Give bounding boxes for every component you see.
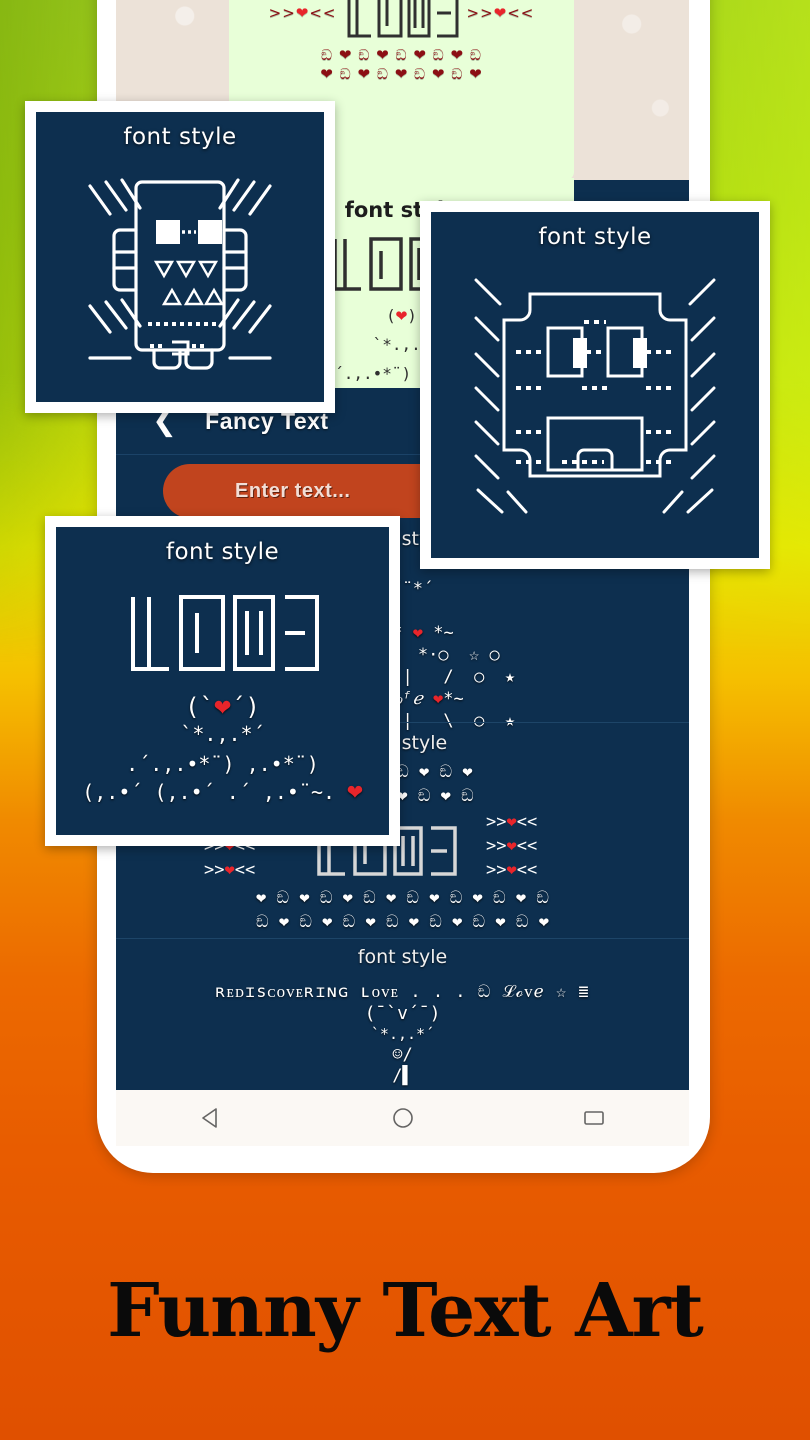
android-nav-bar <box>116 1090 689 1146</box>
result-art: ☺/ <box>392 1045 413 1065</box>
result-art: ඞ ❤ ඞ ❤ ඞ ❤ ඞ ❤ ඞ ❤ ඞ ❤ ඞ ❤ <box>256 912 549 932</box>
card-title: font style <box>538 224 652 250</box>
result-art: >>❤<< <box>486 812 538 832</box>
circle-home-icon[interactable] <box>390 1105 416 1131</box>
square-recents-icon[interactable] <box>581 1105 607 1131</box>
result-item[interactable]: font style ʀᴇᴅɪsᴄᴏᴠᴇʀɪɴɢ ʟᴏᴠᴇ . . . ඞ ℒℴ… <box>116 946 689 1087</box>
result-art: ❤ ඞ ❤ ඞ ❤ ඞ ❤ ඞ ❤ ඞ ❤ ඞ ❤ ඞ <box>256 888 549 908</box>
card-art-line: .´.,.•*¨) ,.•*¨) <box>126 752 319 776</box>
card-art-line: (,.•´ (,.•´ .´ ,.•¨~. ❤ <box>82 776 363 806</box>
result-art: (¯`v´¯) <box>364 1003 441 1024</box>
result-art: >>❤<< <box>486 836 538 856</box>
headline-text: Funny Text Art <box>107 1268 704 1354</box>
result-art: ʀᴇᴅɪsᴄᴏᴠᴇʀɪɴɢ ʟᴏᴠᴇ . . . ඞ ℒℴᴠℯ ☆ ≣ <box>215 982 590 1002</box>
result-title: font style <box>357 946 448 968</box>
chat-row: >>❤<< <box>268 3 337 22</box>
ascii-glowing-face-art <box>474 278 716 514</box>
feature-card-love[interactable]: font style (`❤´) `*.,.*´ .´.,.•*¨) ,.•*¨… <box>45 516 400 846</box>
card-title: font style <box>123 124 237 150</box>
divider <box>116 938 689 939</box>
card-art-line: `*.,.*´ <box>180 722 265 746</box>
result-art: /▌ <box>392 1066 413 1086</box>
ascii-robot-art <box>88 178 272 370</box>
result-art: >>❤<< <box>204 860 256 880</box>
result-art: `*.,.*´ <box>370 1025 435 1043</box>
card-title: font style <box>165 539 280 565</box>
result-art: >>❤<< <box>486 860 538 880</box>
card-art-line: (`❤´) <box>185 689 260 722</box>
triangle-back-icon[interactable] <box>199 1105 225 1131</box>
chat-row: ❤ ඞ ❤ ඞ ❤ ඞ ❤ ඞ ❤ <box>320 65 483 83</box>
feature-card-robot[interactable]: font style <box>25 101 335 413</box>
love-block-letters-icon <box>130 595 319 671</box>
love-block-letters-icon <box>347 0 458 38</box>
text-input-placeholder: Enter text... <box>235 479 351 502</box>
chat-row: ඞ ❤ ඞ ❤ ඞ ❤ ඞ ❤ ඞ <box>321 46 482 64</box>
chat-row: >>❤<< <box>466 3 535 22</box>
feature-card-face[interactable]: font style <box>420 201 770 569</box>
